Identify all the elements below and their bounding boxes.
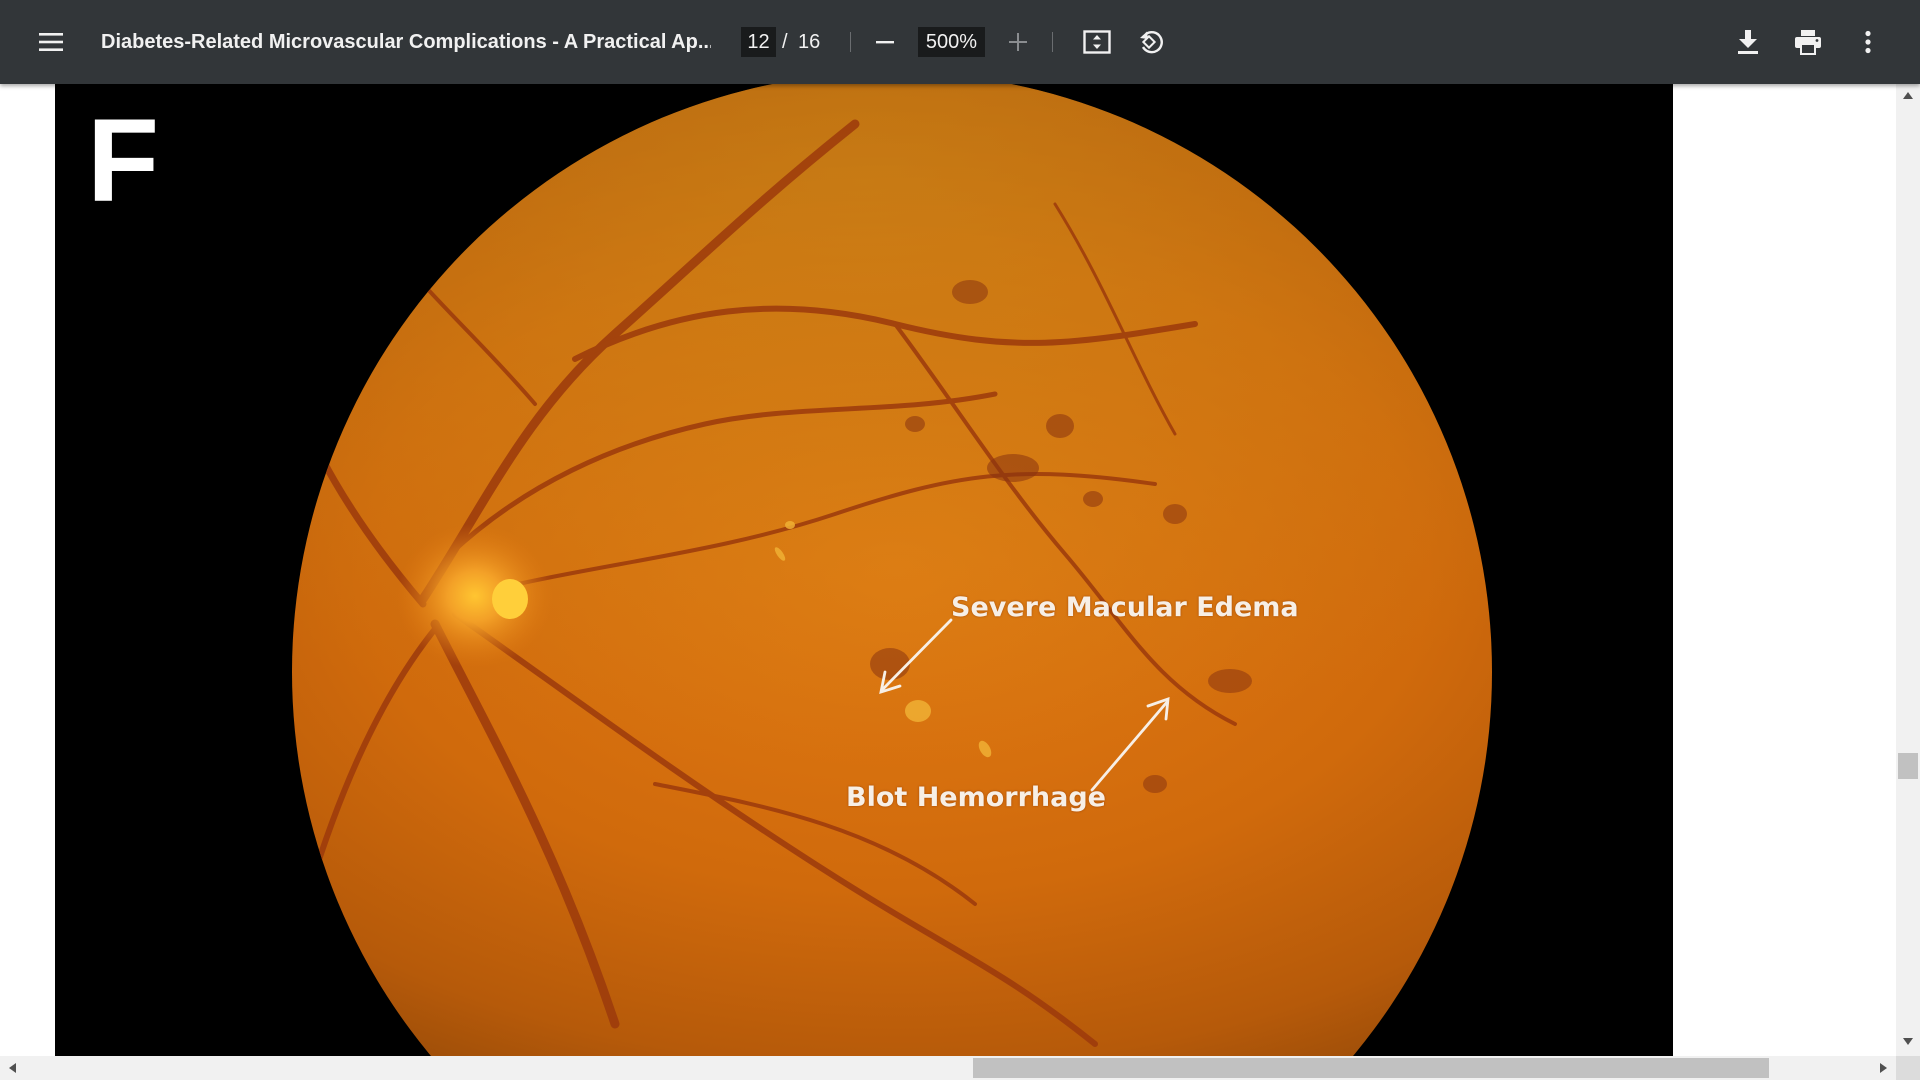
fit-to-page-button[interactable]	[1073, 18, 1121, 66]
document-title: Diabetes-Related Microvascular Complicat…	[101, 31, 711, 53]
zoom-level-input[interactable]	[918, 27, 985, 57]
figure-panel-letter: F	[87, 95, 160, 227]
page-separator: /	[782, 31, 788, 53]
scroll-up-arrow-icon[interactable]	[1903, 92, 1913, 99]
toolbar-divider	[850, 32, 851, 52]
toolbar-divider	[1052, 32, 1053, 52]
plus-icon	[1007, 31, 1029, 53]
fundus-photograph: F Severe Macular Edema Blot Hemorrhage	[55, 84, 1673, 1056]
scroll-right-arrow-icon[interactable]	[1880, 1063, 1887, 1073]
download-button[interactable]	[1724, 18, 1772, 66]
scroll-down-arrow-icon[interactable]	[1903, 1038, 1913, 1045]
menu-button[interactable]	[27, 18, 75, 66]
horizontal-scroll-thumb[interactable]	[973, 1058, 1769, 1078]
fit-to-page-icon	[1083, 30, 1111, 54]
print-button[interactable]	[1784, 18, 1832, 66]
page-number-input[interactable]	[741, 27, 776, 57]
more-vert-icon	[1864, 30, 1872, 54]
annotation-severe-macular-edema: Severe Macular Edema	[951, 592, 1299, 623]
zoom-in-button[interactable]	[994, 18, 1042, 66]
pdf-viewer[interactable]: F Severe Macular Edema Blot Hemorrhage	[0, 84, 1896, 1056]
scroll-left-arrow-icon[interactable]	[9, 1063, 16, 1073]
vertical-scrollbar[interactable]	[1896, 84, 1920, 1056]
rotate-button[interactable]	[1127, 18, 1175, 66]
scrollbar-corner	[1896, 1056, 1920, 1080]
page-total-count: 16	[798, 31, 821, 53]
pdf-toolbar: Diabetes-Related Microvascular Complicat…	[0, 0, 1920, 84]
rotate-counterclockwise-icon	[1137, 28, 1165, 56]
more-actions-button[interactable]	[1844, 18, 1892, 66]
download-icon	[1737, 29, 1759, 55]
annotation-blot-hemorrhage: Blot Hemorrhage	[846, 782, 1106, 813]
zoom-out-button[interactable]	[861, 18, 909, 66]
print-icon	[1794, 29, 1822, 55]
fundus-image	[292, 84, 1492, 1056]
menu-icon	[38, 32, 64, 52]
minus-icon	[874, 31, 896, 53]
vertical-scroll-thumb[interactable]	[1898, 753, 1918, 779]
